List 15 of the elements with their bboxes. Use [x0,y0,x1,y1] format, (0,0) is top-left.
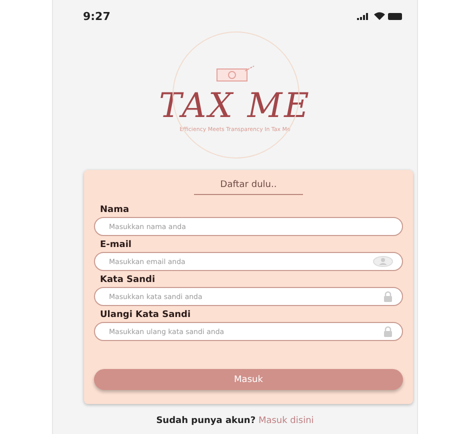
field-label: Ulangi Kata Sandi [100,310,192,320]
app-logo-title: TAX ME [158,85,312,126]
login-link[interactable]: Masuk disini [258,416,314,426]
field-label: Kata Sandi [100,275,156,285]
status-time: 9:27 [83,10,110,22]
signal-icon [357,12,371,20]
field-label: E-mail [100,240,133,250]
field-label: Nama [100,205,130,215]
battery-icon [388,12,403,20]
footer-question: Sudah punya akun? [156,416,256,426]
wifi-icon [374,12,385,20]
lock-icon [383,326,393,337]
lock-icon [383,291,393,302]
submit-button[interactable]: Masuk [94,369,403,390]
form-heading: Daftar dulu.. [194,180,303,195]
